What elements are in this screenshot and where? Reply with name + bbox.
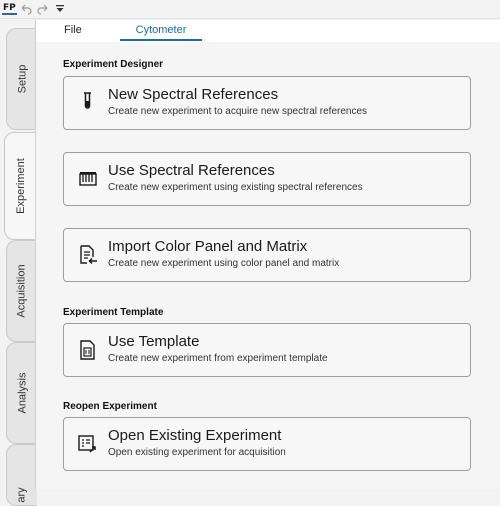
open-existing-experiment-button[interactable]: Open Existing Experiment Open existing e… xyxy=(63,417,471,471)
use-spectral-references-button[interactable]: Use Spectral References Create new exper… xyxy=(63,152,471,206)
card-description: Create new experiment from experiment te… xyxy=(108,353,328,364)
title-bar: FP xyxy=(0,0,500,19)
main-content: Experiment Designer New Spectral Referen… xyxy=(36,42,500,489)
tab-cytometer[interactable]: Cytometer xyxy=(120,20,202,41)
side-tab-label: Setup xyxy=(16,64,28,94)
card-description: Open existing experiment for acquisition xyxy=(108,447,286,458)
tab-label: File xyxy=(64,24,82,36)
section-heading-reopen-experiment: Reopen Experiment xyxy=(63,401,157,412)
side-tab-label: Experiment xyxy=(15,158,28,214)
card-title: Open Existing Experiment xyxy=(108,427,282,444)
tab-file[interactable]: File xyxy=(64,20,82,41)
customize-toolbar-icon[interactable] xyxy=(53,2,68,16)
use-template-button[interactable]: Use Template Create new experiment from … xyxy=(63,323,471,377)
app-logo: FP xyxy=(2,3,17,15)
spectrum-icon xyxy=(78,169,98,191)
new-spectral-references-button[interactable]: New Spectral References Create new exper… xyxy=(63,76,471,130)
side-tab-summary[interactable]: ary xyxy=(6,444,37,506)
side-tab-bar: Setup Experiment Acquisition Analysis ar… xyxy=(0,20,37,506)
card-title: Import Color Panel and Matrix xyxy=(108,238,308,255)
card-description: Create new experiment using existing spe… xyxy=(108,182,363,193)
tab-label: Cytometer xyxy=(135,24,187,36)
side-tab-label: Analysis xyxy=(16,372,28,414)
side-tab-setup[interactable]: Setup xyxy=(6,28,37,130)
card-description: Create new experiment using color panel … xyxy=(108,258,340,269)
import-color-panel-and-matrix-button[interactable]: Import Color Panel and Matrix Create new… xyxy=(63,228,471,282)
side-tab-analysis[interactable]: Analysis xyxy=(6,342,37,444)
undo-icon[interactable] xyxy=(19,2,34,16)
card-description: Create new experiment to acquire new spe… xyxy=(108,106,368,117)
open-experiment-icon xyxy=(78,433,98,455)
side-tab-label: Acquisition xyxy=(16,264,29,318)
card-title: New Spectral References xyxy=(108,86,279,103)
template-icon xyxy=(78,339,98,361)
side-tab-acquisition[interactable]: Acquisition xyxy=(6,240,37,342)
card-title: Use Template xyxy=(108,333,200,350)
import-document-icon xyxy=(78,244,98,266)
test-tube-icon xyxy=(78,91,98,113)
card-title: Use Spectral References xyxy=(108,162,275,179)
side-tab-label: ary xyxy=(16,487,28,503)
redo-icon[interactable] xyxy=(36,2,51,16)
section-heading-experiment-template: Experiment Template xyxy=(63,307,164,318)
side-tab-experiment[interactable]: Experiment xyxy=(4,132,37,240)
active-tab-indicator xyxy=(120,39,202,41)
section-heading-experiment-designer: Experiment Designer xyxy=(63,59,164,70)
ribbon-tab-bar: File Cytometer xyxy=(36,20,500,43)
